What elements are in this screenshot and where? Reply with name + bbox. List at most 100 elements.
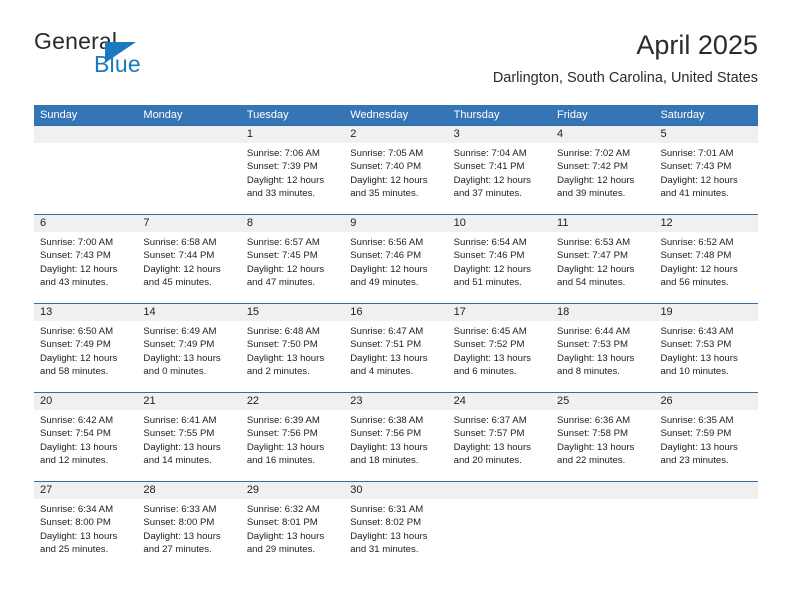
day-cell[interactable]: Sunrise: 6:56 AM Sunset: 7:46 PM Dayligh… [344,232,447,303]
day-cell[interactable] [551,499,654,570]
sunset-text: Sunset: 7:41 PM [453,161,525,173]
sunset-text: Sunset: 7:43 PM [40,250,111,262]
daylight-text-line2: and 8 minutes. [557,365,620,377]
calendar-week-row: 13 14 15 16 17 18 19 Sunrise: 6:50 AM Su… [34,303,758,392]
day-cell[interactable]: Sunrise: 6:33 AM Sunset: 8:00 PM Dayligh… [137,499,240,570]
logo-text-blue: Blue [94,51,141,77]
day-cell[interactable]: Sunrise: 6:45 AM Sunset: 7:52 PM Dayligh… [448,321,551,392]
day-number: 9 [350,217,357,229]
sunset-text: Sunset: 7:56 PM [350,428,422,440]
sunset-text: Sunset: 7:46 PM [350,250,422,262]
day-cell[interactable]: Sunrise: 6:58 AM Sunset: 7:44 PM Dayligh… [137,232,240,303]
day-cell[interactable]: Sunrise: 6:36 AM Sunset: 7:58 PM Dayligh… [551,410,654,481]
sunrise-text: Sunrise: 7:06 AM [246,148,320,159]
sunrise-text: Sunrise: 7:05 AM [350,148,424,159]
sunset-text: Sunset: 7:59 PM [660,428,732,440]
sunrise-text: Sunrise: 6:34 AM [40,504,114,515]
day-number: 12 [660,217,673,229]
day-cell[interactable]: Sunrise: 7:02 AM Sunset: 7:42 PM Dayligh… [551,143,654,214]
day-cell[interactable]: Sunrise: 6:57 AM Sunset: 7:45 PM Dayligh… [241,232,344,303]
daylight-text-line1: Daylight: 12 hours [40,352,118,364]
daylight-text-line2: and 51 minutes. [453,276,522,288]
day-cell[interactable]: Sunrise: 6:50 AM Sunset: 7:49 PM Dayligh… [34,321,137,392]
sunrise-text: Sunrise: 7:01 AM [660,148,734,159]
sunrise-text: Sunrise: 7:02 AM [557,148,631,159]
day-number: 3 [453,128,460,140]
daylight-text-line2: and 43 minutes. [40,276,109,288]
day-number: 14 [143,306,156,318]
day-cell[interactable] [654,499,757,570]
sunrise-text: Sunrise: 6:36 AM [557,415,631,426]
daylight-text-line2: and 47 minutes. [246,276,316,288]
day-cell[interactable]: Sunrise: 7:04 AM Sunset: 7:41 PM Dayligh… [448,143,551,214]
daylight-text-line2: and 18 minutes. [350,454,419,466]
sunrise-text: Sunrise: 6:37 AM [453,415,527,426]
day-cell[interactable]: Sunrise: 6:53 AM Sunset: 7:47 PM Dayligh… [551,232,654,303]
daylight-text-line1: Daylight: 13 hours [246,530,325,542]
sunset-text: Sunset: 7:46 PM [453,250,525,262]
daylight-text-line2: and 37 minutes. [453,187,522,199]
day-number: 11 [557,217,569,229]
day-cell[interactable]: Sunrise: 6:31 AM Sunset: 8:02 PM Dayligh… [344,499,447,570]
day-cell[interactable]: Sunrise: 6:47 AM Sunset: 7:51 PM Dayligh… [344,321,447,392]
sunrise-text: Sunrise: 6:47 AM [350,326,424,337]
daylight-text-line1: Daylight: 12 hours [660,174,738,186]
week-detail-band: Sunrise: 6:34 AM Sunset: 8:00 PM Dayligh… [34,499,758,570]
day-number: 15 [246,306,260,318]
day-number: 2 [350,128,357,140]
day-number [551,482,654,499]
day-cell[interactable]: Sunrise: 6:38 AM Sunset: 7:56 PM Dayligh… [344,410,447,481]
sunset-text: Sunset: 8:01 PM [246,517,318,529]
sunset-text: Sunset: 7:43 PM [660,161,732,173]
daylight-text-line1: Daylight: 13 hours [350,352,428,364]
day-cell[interactable]: Sunrise: 6:52 AM Sunset: 7:48 PM Dayligh… [654,232,757,303]
daylight-text-line2: and 39 minutes. [557,187,626,199]
sunset-text: Sunset: 7:56 PM [246,428,318,440]
day-number: 1 [246,128,253,140]
sunset-text: Sunset: 7:49 PM [143,339,215,351]
sunrise-text: Sunrise: 6:39 AM [246,415,320,426]
day-cell[interactable]: Sunrise: 7:01 AM Sunset: 7:43 PM Dayligh… [654,143,757,214]
sunset-text: Sunset: 7:48 PM [660,250,732,262]
day-number: 20 [40,395,53,407]
sunrise-text: Sunrise: 6:32 AM [246,504,320,515]
day-number: 22 [246,395,260,407]
general-blue-logo[interactable]: General Blue [34,28,214,86]
day-cell[interactable]: Sunrise: 7:00 AM Sunset: 7:43 PM Dayligh… [34,232,137,303]
day-cell[interactable] [448,499,551,570]
week-date-band: 27 28 29 30 [34,482,758,499]
week-detail-band: Sunrise: 6:50 AM Sunset: 7:49 PM Dayligh… [34,321,758,392]
week-detail-band: Sunrise: 7:06 AM Sunset: 7:39 PM Dayligh… [34,143,758,214]
day-cell[interactable]: Sunrise: 6:37 AM Sunset: 7:57 PM Dayligh… [448,410,551,481]
day-cell[interactable]: Sunrise: 6:32 AM Sunset: 8:01 PM Dayligh… [241,499,344,570]
day-number: 8 [246,217,253,229]
daylight-text-line1: Daylight: 12 hours [246,174,325,186]
day-cell[interactable]: Sunrise: 6:43 AM Sunset: 7:53 PM Dayligh… [654,321,757,392]
week-date-band: 6 7 8 9 10 11 12 [34,215,758,232]
day-cell[interactable]: Sunrise: 6:49 AM Sunset: 7:49 PM Dayligh… [137,321,240,392]
day-cell[interactable]: Sunrise: 6:44 AM Sunset: 7:53 PM Dayligh… [551,321,654,392]
day-number: 13 [40,306,53,318]
daylight-text-line1: Daylight: 13 hours [246,441,325,453]
week-detail-band: Sunrise: 7:00 AM Sunset: 7:43 PM Dayligh… [34,232,758,303]
day-cell[interactable]: Sunrise: 6:54 AM Sunset: 7:46 PM Dayligh… [448,232,551,303]
day-cell[interactable]: Sunrise: 6:35 AM Sunset: 7:59 PM Dayligh… [654,410,757,481]
day-cell[interactable]: Sunrise: 6:48 AM Sunset: 7:50 PM Dayligh… [241,321,344,392]
day-cell[interactable]: Sunrise: 6:41 AM Sunset: 7:55 PM Dayligh… [137,410,240,481]
sunrise-text: Sunrise: 6:41 AM [143,415,217,426]
day-cell[interactable]: Sunrise: 6:34 AM Sunset: 8:00 PM Dayligh… [34,499,137,570]
daylight-text-line2: and 4 minutes. [350,365,414,377]
daylight-text-line1: Daylight: 12 hours [660,263,738,275]
calendar-week-row: 27 28 29 30 Sunrise: 6:34 AM Sunset: 8:0… [34,481,758,570]
day-cell[interactable]: Sunrise: 7:06 AM Sunset: 7:39 PM Dayligh… [241,143,344,214]
daylight-text-line2: and 45 minutes. [143,276,212,288]
day-cell[interactable]: Sunrise: 6:39 AM Sunset: 7:56 PM Dayligh… [241,410,344,481]
daylight-text-line2: and 6 minutes. [453,365,517,377]
calendar-grid: Sunday Monday Tuesday Wednesday Thursday… [34,105,758,570]
sunrise-text: Sunrise: 6:56 AM [350,237,424,248]
day-cell[interactable]: Sunrise: 6:42 AM Sunset: 7:54 PM Dayligh… [34,410,137,481]
day-cell[interactable]: Sunrise: 7:05 AM Sunset: 7:40 PM Dayligh… [344,143,447,214]
day-cell[interactable] [137,143,240,214]
day-cell[interactable] [34,143,137,214]
daylight-text-line2: and 31 minutes. [350,543,419,555]
